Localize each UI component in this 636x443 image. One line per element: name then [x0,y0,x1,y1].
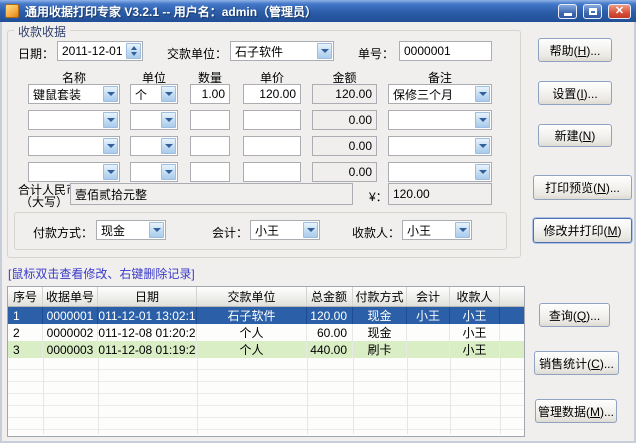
item-unit-select[interactable] [130,110,178,130]
date-spinner[interactable] [126,43,141,59]
chevron-down-icon[interactable] [103,164,118,180]
hint-text: [鼠标双击查看修改、右键删除记录] [8,267,195,281]
chevron-down-icon[interactable] [475,138,490,154]
chevron-down-icon[interactable] [103,112,118,128]
header-method: 付款方式 [353,287,407,306]
records-table[interactable]: 序号 收据单号 日期 交款单位 总金额 付款方式 会计 收款人 1 000000… [7,286,525,437]
item-amount-field: 0.00 [312,136,377,156]
item-price-field[interactable] [243,162,301,182]
maximize-icon [588,7,597,15]
item-remark-select[interactable]: 保修三个月 [388,84,492,104]
header-date: 日期 [98,287,197,306]
chevron-down-icon[interactable] [303,222,318,238]
spin-down-icon [130,52,137,56]
header-accountant: 会计 [407,287,450,306]
close-icon: ✕ [614,4,625,17]
item-remark-select[interactable] [388,110,492,130]
payee-select[interactable]: 小王 [402,220,472,240]
date-value: 2011-12-01 [62,44,123,58]
date-field[interactable]: 2011-12-01 [57,41,143,61]
maximize-button[interactable] [583,3,602,19]
minimize-button[interactable] [558,3,577,19]
settings-button[interactable]: 设置(I)... [538,81,612,105]
titlebar: 通用收据打印专家 V3.2.1 -- 用户名：admin（管理员） ✕ [0,0,636,22]
item-unit-select[interactable] [130,162,178,182]
help-button[interactable]: 帮助(H)... [538,38,612,62]
currency-label: ¥： [369,190,388,204]
header-payee: 收款人 [450,287,500,306]
item-amount-field: 0.00 [312,110,377,130]
header-amount: 总金额 [307,287,353,306]
manage-data-button[interactable]: 管理数据(M)... [535,399,617,423]
item-price-field[interactable] [243,110,301,130]
close-button[interactable]: ✕ [608,3,631,19]
item-remark-select[interactable] [388,162,492,182]
window-title: 通用收据打印专家 V3.2.1 -- 用户名：admin（管理员） [25,4,318,19]
chevron-down-icon[interactable] [103,86,118,102]
chevron-down-icon[interactable] [103,138,118,154]
chevron-down-icon[interactable] [161,138,176,154]
payer-select[interactable]: 石子软件 [230,41,334,61]
pay-method-label: 付款方式： [33,226,94,240]
item-qty-field[interactable]: 1.00 [190,84,230,104]
chevron-down-icon[interactable] [475,112,490,128]
item-name-select[interactable] [28,162,120,182]
payer-label: 交款单位： [167,47,228,61]
table-row[interactable]: 3 0000003 2011-12-08 01:19:20 个人 440.00 … [8,341,524,358]
item-qty-field[interactable] [190,162,230,182]
spin-up-icon [130,46,137,50]
payee-label: 收款人： [352,226,401,240]
item-qty-field[interactable] [190,136,230,156]
date-label: 日期： [18,47,55,61]
item-name-select[interactable]: 键鼠套装 [28,84,120,104]
receipt-no-field[interactable]: 0000001 [399,41,492,61]
item-amount-field: 0.00 [312,162,377,182]
item-remark-select[interactable] [388,136,492,156]
sales-stats-button[interactable]: 销售统计(C)... [534,351,619,375]
table-empty-area [8,358,524,434]
chevron-down-icon[interactable] [317,43,332,59]
table-header: 序号 收据单号 日期 交款单位 总金额 付款方式 会计 收款人 [8,287,524,307]
total-words-field: 壹佰贰拾元整 [70,183,353,205]
query-button[interactable]: 查询(Q)... [539,303,610,327]
pay-method-select[interactable]: 现金 [96,220,166,240]
chevron-down-icon[interactable] [455,222,470,238]
header-payer: 交款单位 [197,287,307,306]
app-icon [5,4,19,18]
modify-print-button[interactable]: 修改并打印(M) [533,218,632,243]
receipt-group-title: 收款收据 [14,23,71,40]
chevron-down-icon[interactable] [161,112,176,128]
item-name-select[interactable] [28,110,120,130]
total-amount-field: 120.00 [388,183,492,205]
header-index: 序号 [8,287,43,306]
item-price-field[interactable]: 120.00 [243,84,301,104]
item-qty-field[interactable] [190,110,230,130]
print-preview-button[interactable]: 打印预览(N)... [533,175,632,200]
item-amount-field: 120.00 [312,84,377,104]
chevron-down-icon[interactable] [149,222,164,238]
chevron-down-icon[interactable] [161,164,176,180]
chevron-down-icon[interactable] [161,86,176,102]
item-name-select[interactable] [28,136,120,156]
new-button[interactable]: 新建(N) [538,124,612,147]
header-number: 收据单号 [43,287,98,306]
app-window: 通用收据打印专家 V3.2.1 -- 用户名：admin（管理员） ✕ 收款收据… [0,0,636,443]
total-label-line2: （大写） [20,195,69,209]
table-row[interactable]: 1 0000001 2011-12-01 13:02:16 石子软件 120.0… [8,307,524,324]
item-price-field[interactable] [243,136,301,156]
item-unit-select[interactable]: 个 [130,84,178,104]
item-unit-select[interactable] [130,136,178,156]
receipt-no-label: 单号： [358,47,395,61]
accountant-label: 会计： [212,226,249,240]
table-row[interactable]: 2 0000002 2011-12-08 01:20:24 个人 60.00 现… [8,324,524,341]
chevron-down-icon[interactable] [475,164,490,180]
chevron-down-icon[interactable] [475,86,490,102]
accountant-select[interactable]: 小王 [250,220,320,240]
minimize-icon [563,13,572,16]
